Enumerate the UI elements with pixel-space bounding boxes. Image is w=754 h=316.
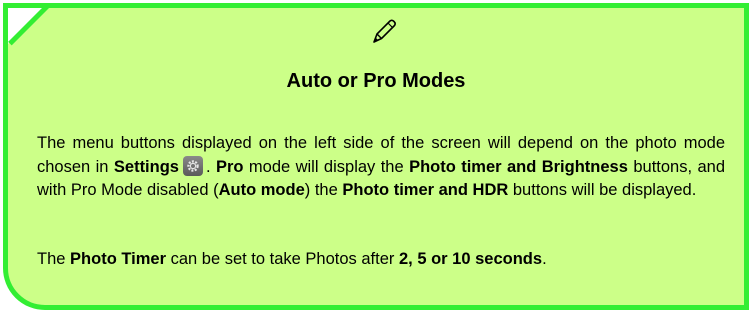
photo-timer-brightness-label: Photo timer and Brightness [409, 157, 628, 176]
seconds-options: 2, 5 or 10 seconds [398, 250, 543, 268]
note-paragraph-timer: The Photo Timer can be set to take Photo… [37, 250, 547, 268]
pro-label: Pro [215, 157, 244, 176]
pencil-icon [373, 19, 396, 43]
photo-timer-label: Photo Timer [70, 250, 166, 268]
settings-label: Settings [113, 157, 179, 176]
settings-gear-icon [182, 155, 203, 176]
note-box: Auto or Pro Modes The menu buttons displ… [3, 3, 749, 310]
photo-timer-hdr-label: Photo timer and HDR [342, 181, 509, 199]
note-title: Auto or Pro Modes [286, 70, 466, 92]
auto-mode-label: Auto mode [218, 181, 305, 199]
note-paragraph-modes: The menu buttons displayed on the left s… [37, 134, 725, 199]
